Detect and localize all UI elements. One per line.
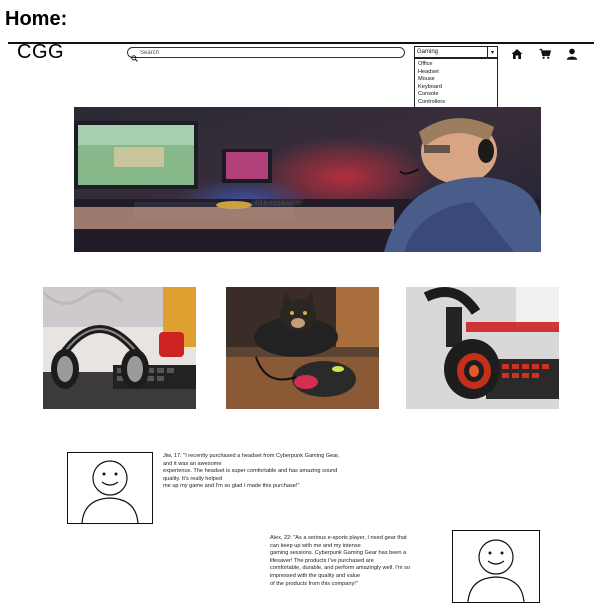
product-image-headset[interactable] bbox=[43, 287, 196, 409]
search-icon bbox=[131, 49, 138, 62]
testimonial-text: Jiw, 17: "I recently purchased a headset… bbox=[163, 453, 413, 491]
site-logo[interactable]: CGG bbox=[17, 41, 64, 64]
testimonial-line: experience. The headset is super comfort… bbox=[163, 468, 338, 475]
dropdown-option-office[interactable]: Office bbox=[418, 61, 497, 69]
testimonial-line: Alex, 22: "As a serious e-sports player,… bbox=[270, 535, 407, 541]
dropdown-option-keyboard[interactable]: Keyboard bbox=[418, 84, 497, 92]
user-icon[interactable] bbox=[566, 47, 578, 60]
testimonial-line: comfortable, durable, and perform amazin… bbox=[270, 565, 411, 572]
testimonial-line: impressed with the quality and value bbox=[270, 572, 361, 579]
avatar bbox=[67, 452, 153, 524]
testimonial-line: and it was an awesome bbox=[163, 460, 222, 467]
hero-banner-image bbox=[74, 107, 541, 252]
testimonial-text: Alex, 22: "As a serious e-sports player,… bbox=[270, 535, 445, 588]
category-select[interactable]: Gaming ▾ bbox=[414, 46, 498, 58]
dropdown-option-headset[interactable]: Headset bbox=[418, 69, 497, 77]
product-image-mouse[interactable] bbox=[226, 287, 379, 409]
testimonial-line: quality. It's really helped bbox=[163, 475, 223, 482]
testimonial-line: can keep up with me and my intense bbox=[270, 542, 361, 549]
search-input[interactable] bbox=[138, 49, 400, 56]
dropdown-option-controllers[interactable]: Controllers bbox=[418, 99, 497, 107]
page-heading: Home: bbox=[5, 8, 68, 30]
testimonial-line: me up my game and I'm so glad I made thi… bbox=[163, 483, 300, 490]
cart-icon[interactable] bbox=[539, 47, 552, 59]
hero-caption: Hello random text bbox=[254, 200, 302, 206]
header-divider bbox=[8, 42, 594, 44]
category-select-value: Gaming bbox=[417, 49, 439, 55]
testimonial-line: Jiw, 17: "I recently purchased a headset… bbox=[163, 453, 340, 459]
avatar bbox=[452, 530, 540, 603]
dropdown-option-console[interactable]: Console bbox=[418, 91, 497, 99]
testimonial-line: lifesaver! The products I've purchased a… bbox=[270, 557, 374, 564]
testimonial-line: of the products from this company!" bbox=[270, 580, 358, 587]
category-dropdown: Office Headset Mouse Keyboard Console Co… bbox=[414, 58, 498, 110]
chevron-down-icon[interactable]: ▾ bbox=[487, 47, 497, 57]
product-image-red-headset[interactable] bbox=[406, 287, 559, 409]
testimonial-line: gaming sessions. Cyberpunk Gaming Gear h… bbox=[270, 550, 407, 557]
dropdown-option-mouse[interactable]: Mouse bbox=[418, 76, 497, 84]
search-bar[interactable] bbox=[127, 47, 405, 62]
home-icon[interactable] bbox=[511, 47, 523, 59]
